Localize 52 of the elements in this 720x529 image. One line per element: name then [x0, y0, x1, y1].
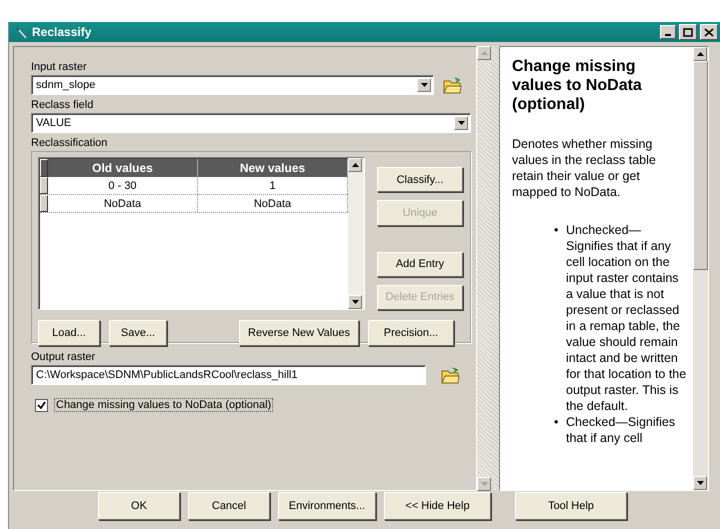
- scroll-down-button[interactable]: [348, 295, 362, 309]
- scroll-up-button[interactable]: [348, 158, 362, 172]
- folder-icon: [440, 366, 460, 384]
- dropdown-button[interactable]: [417, 78, 431, 92]
- browse-button[interactable]: [440, 366, 460, 384]
- minimize-icon: [665, 34, 671, 36]
- help-bullet: Checked—Signifies that if any cell: [566, 414, 676, 446]
- dialog-button[interactable]: Cancel: [188, 492, 270, 520]
- dialog-button[interactable]: OK: [98, 492, 180, 520]
- table-action-button[interactable]: Load...: [38, 320, 100, 346]
- bullet-mark: •: [554, 414, 560, 431]
- dialog-button[interactable]: << Hide Help: [384, 492, 491, 520]
- table-action-button[interactable]: Reverse New Values: [239, 320, 359, 346]
- output-raster-field[interactable]: C:\Workspace\SDNM\PublicLandsRCool\reclass_hill1: [31, 365, 426, 385]
- help-bullet: Unchecked—Signifies that if any cell location on the input raster contains a value that is not present or reclassed in a remap table, the value should remain intact and be written for that location to the output raster. This is the default.: [566, 222, 687, 414]
- table-cell: NoData: [48, 195, 198, 212]
- scroll-down-button[interactable]: [693, 476, 707, 490]
- browse-button[interactable]: [442, 76, 462, 94]
- bullet-mark: •: [554, 222, 560, 239]
- dropdown-button[interactable]: [454, 116, 468, 130]
- table-action-button[interactable]: Precision...: [368, 320, 454, 346]
- reclass-field-dropdown[interactable]: VALUE: [31, 113, 471, 133]
- dialog-button[interactable]: Environments...: [278, 492, 376, 520]
- row-header[interactable]: [40, 195, 48, 212]
- minimize-button[interactable]: [660, 25, 676, 39]
- scrollbar[interactable]: [348, 158, 364, 309]
- scrollbar[interactable]: [693, 47, 708, 490]
- scroll-up-button[interactable]: [693, 47, 707, 61]
- checkbox-label[interactable]: Change missing values to NoData (optional): [54, 398, 274, 412]
- column-header: New values: [198, 159, 348, 177]
- table-action-button[interactable]: Add Entry: [377, 252, 463, 277]
- field-label: Output raster: [31, 351, 96, 363]
- dialog-button[interactable]: Tool Help: [515, 492, 627, 520]
- window-title: Reclassify: [32, 25, 92, 39]
- folder-icon: [442, 76, 462, 94]
- field-label: Reclass field: [31, 99, 94, 111]
- field-label: Input raster: [31, 61, 88, 73]
- checkbox[interactable]: [35, 398, 48, 412]
- help-text: Denotes whether missing values in the reclass table retain their value or get mapped to NoData.: [512, 136, 657, 200]
- table-action-button[interactable]: Save...: [109, 320, 167, 346]
- table-cell: 0 - 30: [48, 177, 198, 194]
- help-title: Change missing values to NoData (optional): [512, 57, 643, 114]
- input-raster-dropdown[interactable]: sdnm_slope: [31, 75, 434, 95]
- column-header: Old values: [48, 159, 198, 177]
- table-action-button[interactable]: Classify...: [377, 167, 463, 192]
- close-icon: [704, 28, 714, 36]
- maximize-button[interactable]: [679, 24, 697, 40]
- group-label: Reclassification: [31, 137, 108, 149]
- close-button[interactable]: [700, 24, 718, 40]
- row-header[interactable]: [40, 177, 48, 194]
- check-icon: [37, 400, 46, 410]
- maximize-icon: [683, 28, 693, 36]
